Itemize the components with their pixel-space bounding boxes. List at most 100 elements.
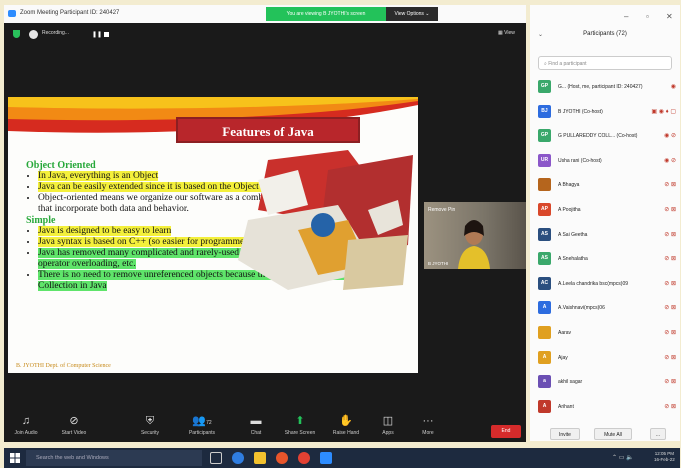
mute-all-button[interactable]: Mute All [594, 428, 632, 440]
more-label: More [422, 430, 434, 436]
stop-recording-icon[interactable] [104, 32, 109, 37]
participants-button[interactable]: 👥72 Participants [180, 414, 224, 440]
pause-recording-icon[interactable]: ❚❚ [92, 31, 102, 38]
join-audio-button[interactable]: ♫ Join Audio [4, 414, 48, 440]
mute-status-icon[interactable]: ◉ [671, 83, 676, 90]
mute-status-icon[interactable]: ⊘ ⊠ [664, 280, 676, 287]
edge-browser-icon[interactable] [232, 452, 244, 464]
participant-name: Arihant [558, 403, 574, 410]
mute-status-icon[interactable]: ⊘ ⊠ [664, 403, 676, 410]
avatar [538, 326, 551, 339]
view-button[interactable]: ▦ View [498, 30, 515, 36]
windows-taskbar: Search the web and Windows ⌃ ▭ 🔈 12:05 P… [4, 448, 680, 468]
avatar: AS [538, 252, 551, 266]
participant-row[interactable]: A A.Vaishnavi(mpcs)06 ⊘ ⊠ [538, 299, 678, 317]
chrome-icon[interactable] [298, 452, 310, 464]
participant-name: A Bhagya [558, 182, 580, 189]
mute-status-icon[interactable]: ▣ ◉ ♦ ▢ [651, 108, 676, 115]
zoom-logo-icon [8, 10, 16, 17]
mute-status-icon[interactable]: ⊘ ⊠ [664, 255, 676, 262]
participant-name: akhil sagar [558, 379, 583, 386]
participant-search-input[interactable]: ⌕ Find a participant [538, 56, 672, 70]
taskbar-clock[interactable]: 12:05 PM 16-Feb-22 [654, 451, 675, 463]
task-view-icon[interactable] [210, 452, 222, 464]
avatar: AC [538, 276, 551, 290]
mute-status-icon[interactable]: ⊘ ⊠ [664, 206, 676, 213]
minimize-icon[interactable]: – [624, 12, 628, 21]
mute-status-icon[interactable]: ⊘ ⊠ [664, 181, 676, 188]
participant-row[interactable]: AS A Sai Geetha ⊘ ⊠ [538, 226, 678, 244]
avatar: GP [538, 129, 551, 143]
windows-start-icon[interactable] [10, 453, 20, 463]
start-video-label: Start Video [61, 430, 87, 436]
chat-icon: ▬ [250, 415, 262, 427]
close-icon[interactable]: ✕ [666, 12, 673, 21]
participant-row[interactable]: BJ B JYOTHI (Co-host) ▣ ◉ ♦ ▢ [538, 103, 678, 121]
participant-name: A Sai Geetha [558, 231, 588, 238]
share-screen-label: Share Screen [284, 430, 316, 436]
participant-row[interactable]: UR Usha rani (Co-host) ◉ ⊘ [538, 152, 678, 170]
participants-count: 72 [206, 420, 212, 426]
view-options-button[interactable]: View Options ⌄ [386, 7, 438, 21]
system-tray-icons[interactable]: ⌃ ▭ 🔈 [612, 454, 634, 461]
more-icon: ··· [422, 415, 434, 427]
share-screen-icon: ⬆ [295, 415, 305, 427]
avatar [538, 178, 551, 192]
chat-button[interactable]: ▬ Chat [234, 414, 278, 440]
mute-status-icon[interactable]: ⊘ ⊠ [664, 329, 676, 336]
shield-icon: ⛨ [145, 415, 155, 427]
mute-status-icon[interactable]: ◉ ⊘ [664, 157, 676, 164]
end-meeting-button[interactable]: End [491, 425, 521, 438]
firefox-icon[interactable] [276, 452, 288, 464]
participant-name: Ajay [558, 354, 568, 361]
zoom-taskbar-icon[interactable] [320, 452, 332, 464]
avatar: AS [538, 227, 551, 241]
participant-row[interactable]: a akhil sagar ⊘ ⊠ [538, 373, 678, 391]
start-video-button[interactable]: ⊘ Start Video [52, 414, 96, 440]
participant-row[interactable]: Aarav ⊘ ⊠ [538, 324, 678, 342]
participant-row[interactable]: AP A Poojitha ⊘ ⊠ [538, 201, 678, 219]
participant-row[interactable]: GP G PULLAREDDY COLL... (Co-host) ◉ ⊘ [538, 127, 678, 145]
remove-pin-button[interactable]: Remove Pin [428, 207, 455, 213]
taskbar-search-input[interactable]: Search the web and Windows [26, 450, 202, 466]
more-button[interactable]: ··· More [406, 414, 450, 440]
security-button[interactable]: ⛨ Security [128, 414, 172, 440]
invite-button[interactable]: Invite [550, 428, 580, 440]
participant-row[interactable]: A Ajay ⊘ ⊠ [538, 349, 678, 367]
mute-status-icon[interactable]: ⊘ ⊠ [664, 354, 676, 361]
participant-row[interactable]: AS A Snehalatha ⊘ ⊠ [538, 250, 678, 268]
participant-row[interactable]: GP G... (Host, me, participant ID: 240427… [538, 78, 678, 96]
participant-row[interactable]: A Bhagya ⊘ ⊠ [538, 176, 678, 194]
join-audio-label: Join Audio [14, 430, 38, 436]
raise-hand-button[interactable]: ✋ Raise Hand [324, 414, 368, 440]
apps-button[interactable]: ◫ Apps [366, 414, 410, 440]
avatar: A [538, 350, 551, 364]
viewing-banner: You are viewing B JYOTHI's screen [266, 7, 386, 21]
avatar: GP [538, 80, 551, 93]
mute-status-icon[interactable]: ⊘ ⊠ [664, 378, 676, 385]
chat-label: Chat [250, 430, 262, 436]
mute-status-icon[interactable]: ⊘ ⊠ [664, 231, 676, 238]
participant-row[interactable]: A Arihant ⊘ ⊠ [538, 398, 678, 416]
maximize-icon[interactable]: ▫ [646, 12, 649, 21]
participant-name: G PULLAREDDY COLL... (Co-host) [558, 133, 638, 140]
screen: Zoom Meeting Participant ID: 240427 You … [0, 0, 681, 468]
java-book-collage-image [238, 150, 413, 290]
window-titlebar: Zoom Meeting Participant ID: 240427 You … [4, 5, 526, 23]
clock-date: 16-Feb-22 [654, 457, 675, 462]
participants-panel: ⌄ Participants (72) ⌕ Find a participant… [530, 23, 680, 441]
mute-status-icon[interactable]: ⊘ ⊠ [664, 304, 676, 311]
more-options-button[interactable]: ... [650, 428, 666, 440]
participant-video-tile[interactable]: Remove Pin B JYOTHI [424, 202, 526, 269]
encryption-shield-icon[interactable] [13, 30, 20, 38]
avatar: a [538, 375, 551, 389]
file-explorer-icon[interactable] [254, 452, 266, 464]
mute-status-icon[interactable]: ◉ ⊘ [664, 132, 676, 139]
participant-name: A Snehalatha [558, 256, 588, 263]
share-screen-button[interactable]: ⬆ Share Screen [278, 414, 322, 440]
raise-hand-label: Raise Hand [332, 430, 360, 436]
avatar: AP [538, 203, 551, 216]
participant-row[interactable]: AC A.Leela chandrika bsc(mpcs)09 ⊘ ⊠ [538, 275, 678, 293]
participant-name: A.Vaishnavi(mpcs)06 [558, 305, 605, 312]
participant-name: A.Leela chandrika bsc(mpcs)09 [558, 280, 629, 287]
